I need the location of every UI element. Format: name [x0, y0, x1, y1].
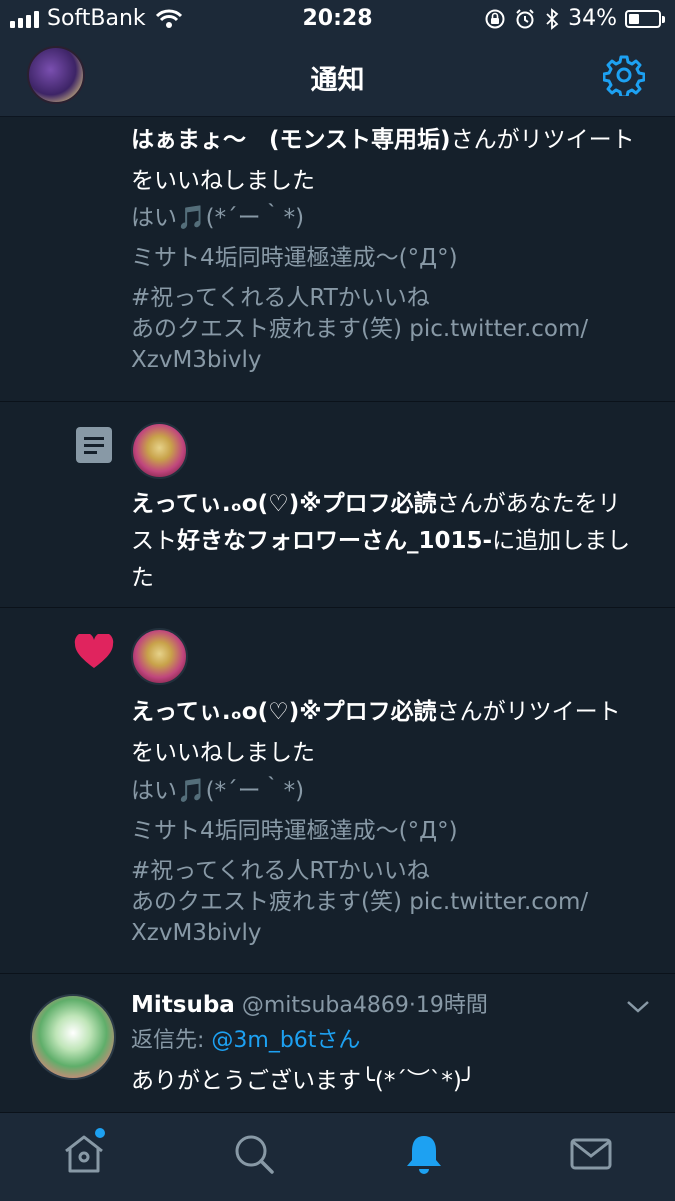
page-title: 通知	[310, 65, 365, 96]
tweet-author-handle: @mitsuba4869	[241, 993, 409, 1018]
quote-line: #祝ってくれる人RTかいいね	[131, 858, 430, 884]
chevron-down-icon[interactable]	[625, 996, 651, 1016]
action-text: をいいねしました	[131, 740, 315, 766]
notification-item[interactable]: はぁまょ〜 (モンスト専用垢)さんがリツイート をいいねしました はい🎵(*´ー…	[0, 117, 675, 402]
action-text: さんがリツイート	[450, 127, 635, 153]
reply-to-line: 返信先: @3m_b6tさん	[131, 1026, 360, 1056]
action-text: さんがあなたをリ	[436, 491, 621, 517]
quote-line: ミサト4垢同時運極達成〜(°Д°)	[131, 245, 458, 271]
reply-to-link[interactable]: @3m_b6tさん	[211, 1028, 360, 1053]
battery-icon	[625, 9, 665, 28]
status-right: 34%	[484, 6, 665, 31]
notification-item[interactable]: えってぃ.ₒo(♡)※プロフ必読さんがリツイート をいいねしました はい🎵(*´…	[0, 608, 675, 974]
separator: ·	[408, 993, 416, 1018]
quoted-tweet: はい🎵(*´ー｀*) ミサト4垢同時運極達成〜(°Д°) #祝ってくれる人RTか…	[131, 203, 651, 376]
bell-icon[interactable]	[401, 1131, 447, 1177]
notification-text: はぁまょ〜 (モンスト専用垢)さんがリツイート をいいねしました	[131, 120, 651, 202]
tweet-header: Mitsuba @mitsuba4869·19時間	[131, 990, 488, 1021]
action-text: さんがリツイート	[436, 699, 621, 725]
user-name: はぁまょ〜 (モンスト専用垢)	[131, 127, 451, 153]
quote-line: はい🎵(*´ー｀*)	[131, 778, 305, 804]
quote-line: あのクエスト疲れます(笑) pic.twitter.com/	[131, 889, 589, 915]
rotation-lock-icon	[485, 9, 505, 28]
quote-line: XzvM3bivly	[131, 920, 262, 946]
bluetooth-icon	[546, 7, 559, 30]
notification-text: えってぃ.ₒo(♡)※プロフ必読さんがあなたをリ スト好きなフォロワーさん_10…	[131, 486, 651, 597]
heart-icon	[74, 634, 114, 668]
settings-gear-icon[interactable]	[603, 54, 645, 96]
quoted-tweet: はい🎵(*´ー｀*) ミサト4垢同時運極達成〜(°Д°) #祝ってくれる人RTか…	[131, 776, 651, 949]
user-name: えってぃ.ₒo(♡)※プロフ必読	[131, 491, 437, 517]
user-name: えってぃ.ₒo(♡)※プロフ必読	[131, 699, 437, 725]
tab-bar	[0, 1112, 675, 1201]
tweet-time: 19時間	[415, 993, 488, 1018]
header: 通知	[0, 38, 675, 117]
action-text: をいいねしました	[131, 168, 315, 194]
status-bar: SoftBank 20:28 34%	[0, 0, 675, 38]
list-icon	[76, 427, 112, 463]
alarm-icon	[516, 8, 534, 28]
quote-line: ミサト4垢同時運極達成〜(°Д°)	[131, 818, 458, 844]
quote-line: #祝ってくれる人RTかいいね	[131, 285, 430, 311]
notification-item[interactable]: えってぃ.ₒo(♡)※プロフ必読さんがあなたをリ スト好きなフォロワーさん_10…	[0, 402, 675, 608]
reply-label: 返信先:	[131, 1028, 212, 1053]
action-text: た	[131, 565, 154, 591]
mail-icon[interactable]	[568, 1131, 614, 1177]
notification-dot	[95, 1128, 105, 1138]
quote-line: あのクエスト疲れます(笑) pic.twitter.com/	[131, 316, 589, 342]
action-text: スト	[131, 528, 177, 554]
user-avatar[interactable]	[131, 422, 188, 479]
action-text: に追加しまし	[492, 528, 631, 554]
notification-text: えってぃ.ₒo(♡)※プロフ必読さんがリツイート をいいねしました	[131, 692, 651, 774]
user-avatar[interactable]	[131, 628, 188, 685]
battery-percent: 34%	[568, 6, 617, 31]
quote-line: はい🎵(*´ー｀*)	[131, 205, 305, 231]
tweet-author-name[interactable]: Mitsuba	[131, 992, 235, 1018]
search-icon[interactable]	[231, 1131, 277, 1177]
tweet-avatar[interactable]	[30, 994, 116, 1080]
quote-line: XzvM3bivly	[131, 347, 262, 373]
tweet-text: ありがとうございます╰(*´︶`*)╯	[131, 1068, 476, 1094]
list-name: 好きなフォロワーさん_1015-	[177, 528, 493, 554]
